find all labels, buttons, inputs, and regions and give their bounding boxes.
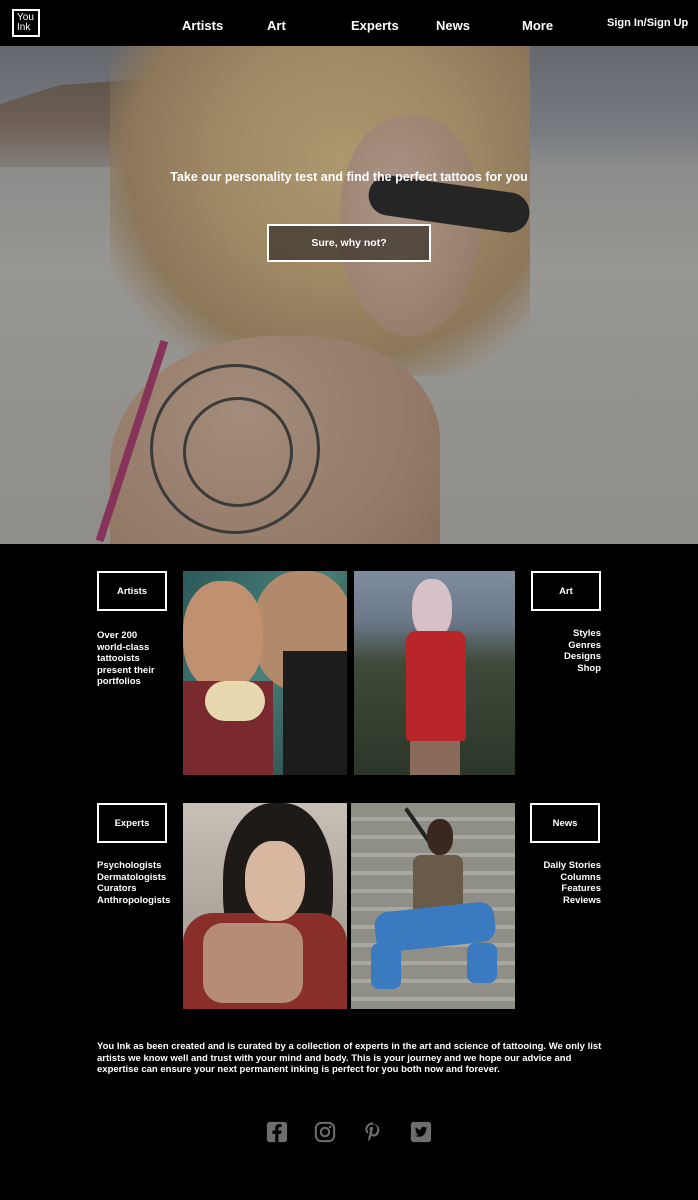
- art-photo[interactable]: [354, 571, 515, 775]
- news-photo[interactable]: [351, 803, 515, 1009]
- twitter-icon[interactable]: [410, 1121, 432, 1143]
- logo-line-2: Ink: [17, 22, 31, 33]
- art-description: Styles Genres Designs Shop: [564, 628, 601, 674]
- experts-photo[interactable]: [183, 803, 347, 1009]
- site-header: You Ink Artists Art Experts News More Si…: [0, 0, 698, 46]
- hero-tagline: Take our personality test and find the p…: [170, 170, 528, 184]
- nav-art[interactable]: Art: [267, 18, 286, 33]
- about-text: You Ink as been created and is curated b…: [97, 1041, 602, 1075]
- nav-experts[interactable]: Experts: [351, 18, 399, 33]
- artists-button[interactable]: Artists: [97, 571, 167, 611]
- news-button[interactable]: News: [530, 803, 600, 843]
- logo[interactable]: You Ink: [12, 9, 40, 37]
- news-description: Daily Stories Columns Features Reviews: [543, 860, 601, 906]
- artists-description: Over 200 world-class tattooists present …: [97, 630, 155, 687]
- art-button[interactable]: Art: [531, 571, 601, 611]
- nav-artists[interactable]: Artists: [182, 18, 223, 33]
- artists-photo[interactable]: [183, 571, 347, 775]
- hero-banner: Take our personality test and find the p…: [0, 46, 698, 544]
- signin-link[interactable]: Sign In/Sign Up: [607, 17, 688, 29]
- experts-button[interactable]: Experts: [97, 803, 167, 843]
- nav-news[interactable]: News: [436, 18, 470, 33]
- nav-more[interactable]: More: [522, 18, 553, 33]
- experts-description: Psychologists Dermatologists Curators An…: [97, 860, 171, 906]
- personality-test-button[interactable]: Sure, why not?: [267, 224, 431, 262]
- instagram-icon[interactable]: [314, 1121, 336, 1143]
- facebook-icon[interactable]: [266, 1121, 288, 1143]
- pinterest-icon[interactable]: [362, 1121, 384, 1143]
